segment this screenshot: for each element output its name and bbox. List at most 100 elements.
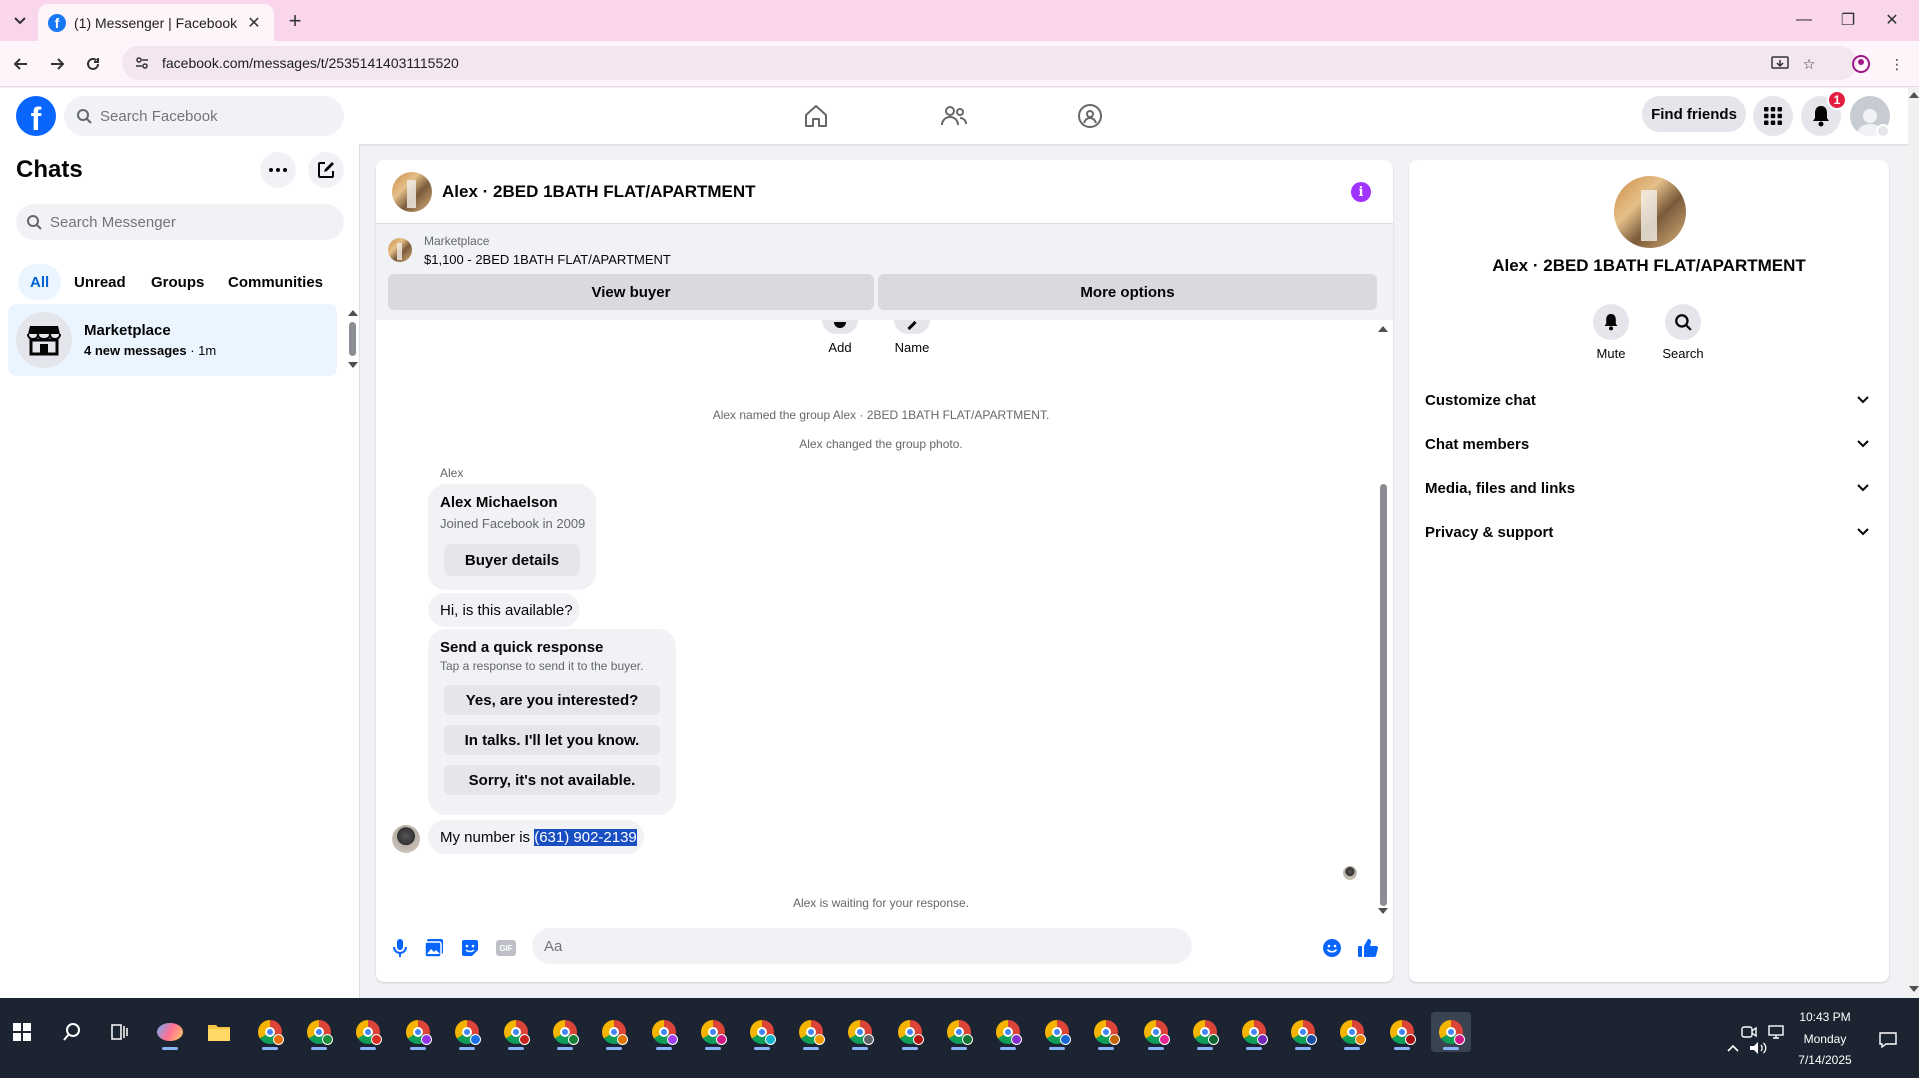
buyer-details-button[interactable]: Buyer details bbox=[444, 544, 580, 576]
home-icon[interactable] bbox=[760, 96, 872, 136]
quick-response-yes[interactable]: Yes, are you interested? bbox=[444, 685, 660, 715]
chat-item-marketplace[interactable]: Marketplace 4 new messages · 1m bbox=[8, 304, 337, 376]
more-options-button[interactable]: More options bbox=[878, 274, 1377, 310]
chrome-taskbar-icon[interactable] bbox=[348, 1012, 388, 1052]
conversation-title[interactable]: Alex · 2BED 1BATH FLAT/APARTMENT bbox=[442, 182, 756, 202]
close-window-icon[interactable]: ✕ bbox=[1870, 6, 1914, 34]
chrome-taskbar-icon[interactable] bbox=[840, 1012, 880, 1052]
star-icon[interactable]: ☆ bbox=[1798, 53, 1820, 75]
site-info-icon[interactable] bbox=[134, 55, 150, 71]
quick-response-not-available[interactable]: Sorry, it's not available. bbox=[444, 765, 660, 795]
quick-response-in-talks[interactable]: In talks. I'll let you know. bbox=[444, 725, 660, 755]
chrome-taskbar-icon[interactable] bbox=[1086, 1012, 1126, 1052]
info-icon[interactable]: i bbox=[1351, 182, 1371, 202]
windows-start-icon[interactable] bbox=[2, 1012, 42, 1052]
close-icon[interactable]: ✕ bbox=[244, 13, 264, 33]
message-input[interactable] bbox=[532, 928, 1192, 964]
chrome-taskbar-icon[interactable] bbox=[1430, 1012, 1471, 1052]
chrome-taskbar-icon[interactable] bbox=[1283, 1012, 1323, 1052]
chrome-taskbar-icon[interactable] bbox=[250, 1012, 290, 1052]
search-icon[interactable] bbox=[52, 1012, 92, 1052]
chrome-taskbar-icon[interactable] bbox=[1136, 1012, 1176, 1052]
microphone-icon[interactable] bbox=[388, 936, 412, 960]
chat-members-row[interactable]: Chat members bbox=[1417, 422, 1881, 466]
chrome-taskbar-icon[interactable] bbox=[299, 1012, 339, 1052]
chrome-taskbar-icon[interactable] bbox=[447, 1012, 487, 1052]
chrome-taskbar-icon[interactable] bbox=[1234, 1012, 1274, 1052]
url-text[interactable]: facebook.com/messages/t/2535141403111552… bbox=[162, 55, 459, 71]
filter-groups[interactable]: Groups bbox=[139, 264, 216, 300]
group-photo-large[interactable] bbox=[1614, 176, 1686, 248]
forward-arrow-icon[interactable] bbox=[44, 51, 70, 77]
page-scrollbar[interactable] bbox=[1908, 88, 1919, 998]
customize-chat-row[interactable]: Customize chat bbox=[1417, 378, 1881, 422]
chrome-taskbar-icon[interactable] bbox=[1185, 1012, 1225, 1052]
facebook-search-input[interactable] bbox=[100, 107, 310, 125]
chrome-taskbar-icon[interactable] bbox=[693, 1012, 733, 1052]
facebook-logo[interactable]: f bbox=[16, 96, 56, 136]
menu-grid-icon[interactable] bbox=[1753, 96, 1793, 136]
chats-scrollbar[interactable] bbox=[349, 322, 356, 356]
filter-all[interactable]: All bbox=[18, 264, 62, 300]
file-explorer-icon[interactable] bbox=[199, 1012, 239, 1052]
reload-icon[interactable] bbox=[80, 51, 106, 77]
scroll-down-arrow[interactable] bbox=[348, 362, 358, 368]
install-icon[interactable] bbox=[1769, 53, 1791, 75]
find-friends-button[interactable]: Find friends bbox=[1642, 96, 1746, 132]
sender-avatar[interactable] bbox=[392, 825, 420, 853]
kebab-menu-icon[interactable]: ⋮ bbox=[1886, 53, 1908, 75]
conversation-scrollbar[interactable] bbox=[1380, 484, 1387, 906]
messenger-search-input[interactable] bbox=[50, 213, 260, 231]
phone-number[interactable]: (631) 902-2139 bbox=[534, 828, 637, 846]
view-buyer-button[interactable]: View buyer bbox=[388, 274, 874, 310]
back-arrow-icon[interactable] bbox=[8, 51, 34, 77]
tab-list-button[interactable] bbox=[8, 10, 32, 32]
chrome-taskbar-icon[interactable] bbox=[988, 1012, 1028, 1052]
profile-icon[interactable] bbox=[1850, 53, 1872, 75]
groups-icon[interactable] bbox=[1034, 96, 1146, 136]
add-member-action[interactable]: Add bbox=[810, 320, 870, 355]
mute-action[interactable]: Mute bbox=[1581, 304, 1641, 361]
image-icon[interactable] bbox=[422, 936, 446, 960]
scroll-down-arrow[interactable] bbox=[1909, 986, 1919, 992]
messenger-search[interactable] bbox=[16, 204, 344, 240]
chrome-taskbar-icon[interactable] bbox=[1037, 1012, 1077, 1052]
chrome-taskbar-icon[interactable] bbox=[791, 1012, 831, 1052]
chrome-taskbar-icon[interactable] bbox=[594, 1012, 634, 1052]
name-action[interactable]: Name bbox=[882, 320, 942, 355]
listing-title[interactable]: $1,100 - 2BED 1BATH FLAT/APARTMENT bbox=[424, 252, 671, 267]
message-input-field[interactable] bbox=[544, 937, 1144, 955]
media-files-links-row[interactable]: Media, files and links bbox=[1417, 466, 1881, 510]
chrome-taskbar-icon[interactable] bbox=[1382, 1012, 1422, 1052]
scroll-down-arrow[interactable] bbox=[1378, 908, 1388, 914]
compose-icon[interactable] bbox=[308, 152, 344, 188]
filter-communities[interactable]: Communities bbox=[216, 264, 335, 300]
chrome-taskbar-icon[interactable] bbox=[644, 1012, 684, 1052]
chevron-down-icon[interactable] bbox=[1876, 124, 1890, 138]
chrome-taskbar-icon[interactable] bbox=[545, 1012, 585, 1052]
emoji-icon[interactable] bbox=[1320, 936, 1344, 960]
chrome-taskbar-icon[interactable] bbox=[890, 1012, 930, 1052]
clock-time[interactable]: 10:43 PM bbox=[1790, 1010, 1860, 1024]
app-icon-paint[interactable] bbox=[150, 1012, 190, 1052]
notifications-icon[interactable] bbox=[1870, 1020, 1906, 1060]
restore-icon[interactable]: ❐ bbox=[1826, 6, 1870, 34]
clock-day[interactable]: Monday bbox=[1790, 1032, 1860, 1046]
new-tab-button[interactable]: + bbox=[282, 8, 308, 34]
scroll-up-arrow[interactable] bbox=[1378, 326, 1388, 332]
chrome-taskbar-icon[interactable] bbox=[398, 1012, 438, 1052]
scroll-up-arrow[interactable] bbox=[348, 310, 358, 316]
friends-icon[interactable] bbox=[898, 96, 1010, 136]
scroll-up-arrow[interactable] bbox=[1909, 92, 1919, 98]
privacy-support-row[interactable]: Privacy & support bbox=[1417, 510, 1881, 554]
chrome-taskbar-icon[interactable] bbox=[496, 1012, 536, 1052]
more-icon[interactable] bbox=[260, 152, 296, 188]
clock-date[interactable]: 7/14/2025 bbox=[1790, 1053, 1860, 1067]
thumbs-up-icon[interactable] bbox=[1356, 936, 1380, 960]
chrome-taskbar-icon[interactable] bbox=[939, 1012, 979, 1052]
chrome-taskbar-icon[interactable] bbox=[742, 1012, 782, 1052]
volume-icon[interactable] bbox=[1743, 1028, 1773, 1068]
filter-unread[interactable]: Unread bbox=[62, 264, 138, 300]
sticker-icon[interactable] bbox=[458, 936, 482, 960]
gif-icon[interactable]: GIF bbox=[494, 936, 518, 960]
